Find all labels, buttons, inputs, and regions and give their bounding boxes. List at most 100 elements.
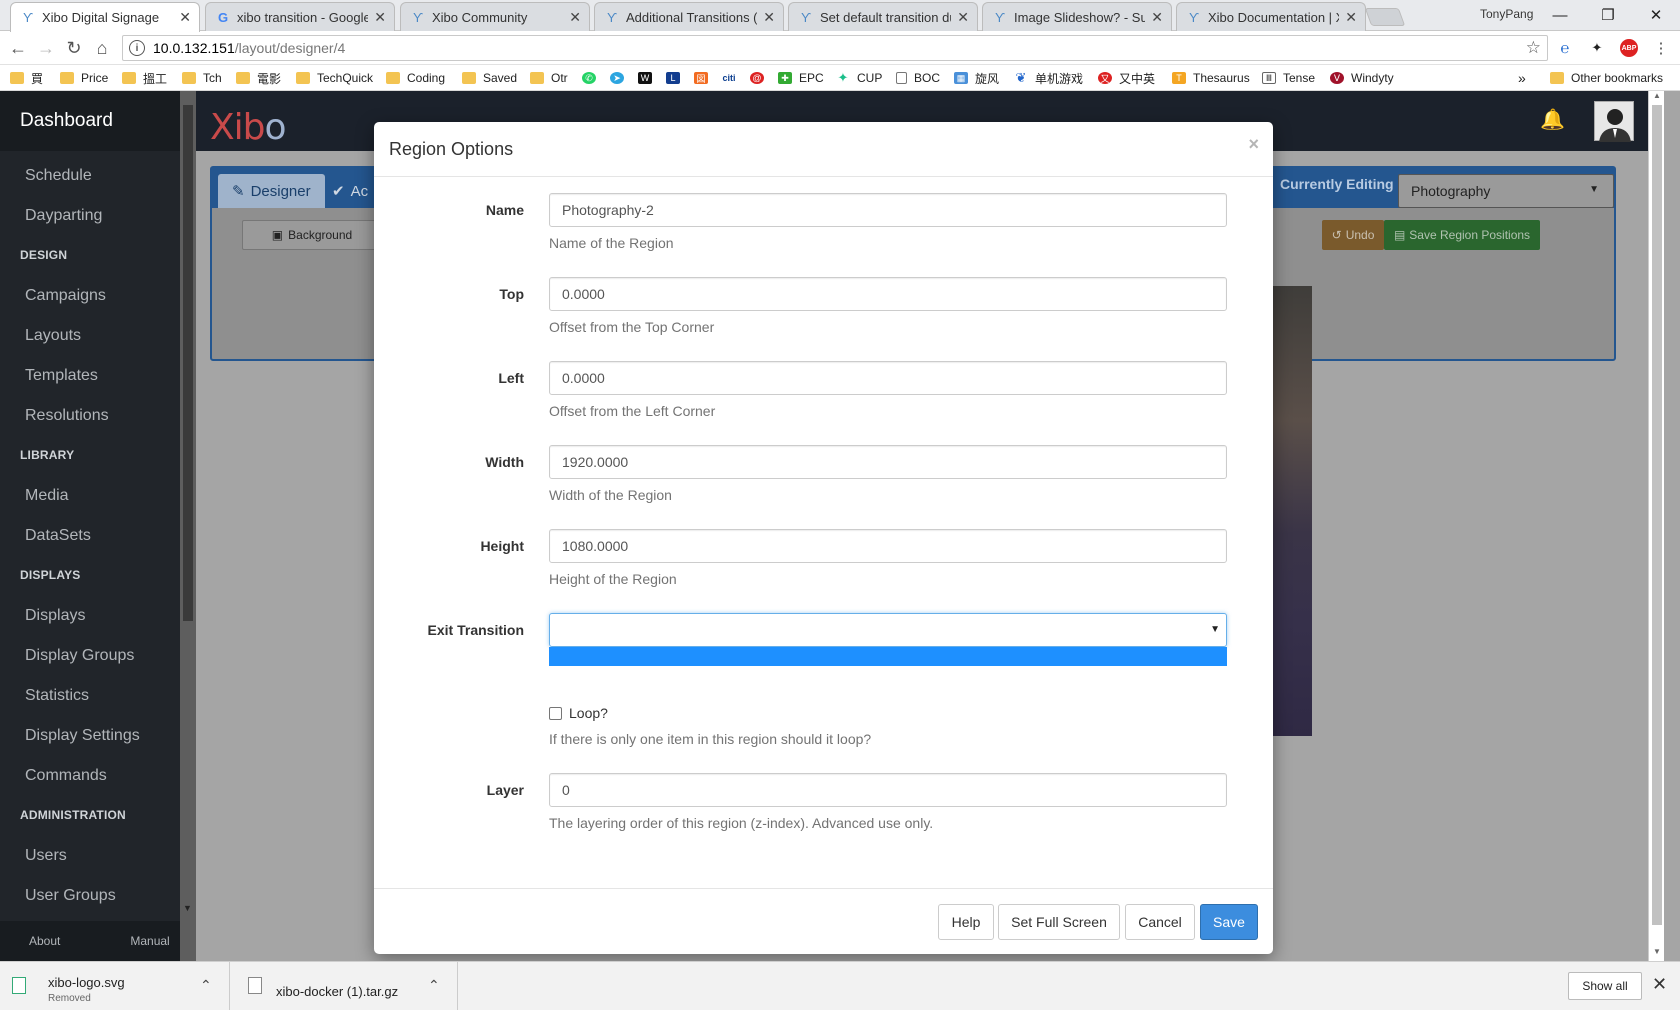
close-download-bar-icon[interactable]: ✕: [1652, 974, 1667, 995]
sidebar-item-statistics[interactable]: Statistics: [25, 687, 89, 705]
close-tab-icon[interactable]: ✕: [1345, 9, 1357, 26]
bookmark-tense[interactable]: Ⅲ Tense: [1262, 69, 1315, 87]
adblock-icon[interactable]: ABP: [1620, 39, 1638, 57]
close-tab-icon[interactable]: ✕: [763, 9, 775, 26]
sidebar-item-commands[interactable]: Commands: [25, 767, 107, 785]
bell-icon[interactable]: 🔔: [1540, 107, 1565, 132]
close-window-icon[interactable]: ✕: [1636, 2, 1676, 28]
address-bar[interactable]: i 10.0.132.151 /layout/designer/4 ☆: [122, 35, 1548, 61]
sidebar-item-dayparting[interactable]: Dayparting: [25, 207, 102, 225]
show-all-downloads-button[interactable]: Show all: [1568, 972, 1642, 1000]
info-icon[interactable]: i: [129, 40, 145, 56]
exit-transition-dropdown-list[interactable]: [549, 647, 1227, 666]
close-tab-icon[interactable]: ✕: [179, 9, 191, 26]
profile-name[interactable]: TonyPang: [1480, 7, 1533, 21]
currently-editing-select[interactable]: Photography ▼: [1398, 174, 1614, 208]
scroll-down-icon[interactable]: ▼: [1653, 947, 1661, 956]
close-tab-icon[interactable]: ✕: [569, 9, 581, 26]
cancel-button[interactable]: Cancel: [1125, 904, 1195, 940]
tab-designer[interactable]: ✎ Designer: [218, 174, 325, 208]
loop-label[interactable]: Loop?: [569, 705, 608, 721]
sidebar-item-resolutions[interactable]: Resolutions: [25, 407, 109, 425]
sidebar-item-layouts[interactable]: Layouts: [25, 327, 81, 345]
bookmark-thesaurus[interactable]: T Thesaurus: [1172, 69, 1250, 87]
close-tab-icon[interactable]: ✕: [374, 9, 386, 26]
save-button[interactable]: Save: [1200, 904, 1258, 940]
sidebar-item-display-settings[interactable]: Display Settings: [25, 727, 140, 745]
sidebar-item-users[interactable]: Users: [25, 847, 67, 865]
bookmark-dict[interactable]: 又又中英: [1098, 69, 1155, 87]
background-button[interactable]: ▣ Background: [242, 220, 382, 250]
sidebar-item-user-groups[interactable]: User Groups: [25, 887, 116, 905]
bookmark-item[interactable]: TechQuick: [296, 69, 373, 87]
bookmark-epc[interactable]: ✚ EPC: [778, 69, 824, 87]
bookmark-windyty[interactable]: ᐯ Windyty: [1330, 69, 1394, 87]
minimize-icon[interactable]: —: [1540, 2, 1580, 28]
bookmark-item[interactable]: 買: [10, 69, 43, 87]
scroll-up-icon[interactable]: ▲: [1653, 91, 1661, 100]
download-item[interactable]: xibo-docker (1).tar.gz ⌃: [230, 962, 458, 1010]
tab-actions[interactable]: ✔ Ac: [318, 174, 382, 208]
bookmark-xuanfeng[interactable]: ▦ 旋风: [954, 69, 999, 87]
browser-tab-google-search[interactable]: G xibo transition - Google S ✕: [205, 2, 395, 31]
page-scrollbar-thumb[interactable]: [1652, 105, 1662, 925]
forward-icon[interactable]: →: [34, 36, 58, 60]
sidebar-item-displays[interactable]: Displays: [25, 607, 85, 625]
chevron-up-icon[interactable]: ⌃: [200, 977, 212, 994]
browser-tab-additional-transitions[interactable]: ϒ Additional Transitions (C ✕: [594, 2, 784, 31]
bookmark-item[interactable]: Saved: [462, 69, 517, 87]
save-region-positions-button[interactable]: ▤ Save Region Positions: [1384, 220, 1540, 250]
bookmarks-overflow-chevron[interactable]: »: [1518, 69, 1526, 87]
restore-icon[interactable]: ❐: [1588, 2, 1628, 28]
menu-dots-icon[interactable]: ⋮: [1652, 39, 1670, 57]
width-input[interactable]: 1920.0000: [549, 445, 1227, 479]
exit-transition-select[interactable]: ▼: [549, 613, 1227, 647]
undo-button[interactable]: ↺ Undo: [1322, 220, 1384, 250]
extension-e-icon[interactable]: ℮: [1556, 39, 1574, 57]
top-input[interactable]: 0.0000: [549, 277, 1227, 311]
browser-tab-xibo-digital-signage[interactable]: ϒ Xibo Digital Signage ✕: [10, 2, 200, 32]
bookmark-whatsapp[interactable]: ✆: [582, 69, 603, 87]
loop-checkbox[interactable]: [549, 707, 562, 720]
close-icon[interactable]: ×: [1248, 134, 1259, 155]
bookmark-games[interactable]: ❦ 单机游戏: [1014, 69, 1083, 87]
help-button[interactable]: Help: [938, 904, 994, 940]
manual-link[interactable]: Manual: [130, 934, 169, 948]
download-item[interactable]: xibo-logo.svg Removed ⌃: [0, 962, 230, 1010]
sidebar-scrollbar-thumb[interactable]: [183, 105, 193, 621]
new-tab-button[interactable]: [1364, 8, 1406, 26]
bookmark-item[interactable]: Tch: [182, 69, 222, 87]
sidebar-item-datasets[interactable]: DataSets: [25, 527, 91, 545]
sidebar-item-templates[interactable]: Templates: [25, 367, 98, 385]
bookmark-citi[interactable]: citi: [720, 69, 745, 87]
bookmark-star-icon[interactable]: ☆: [1526, 38, 1541, 58]
bookmark-w[interactable]: W: [638, 69, 659, 87]
sidebar-item-campaigns[interactable]: Campaigns: [25, 287, 106, 305]
extension-bird-icon[interactable]: ✦: [1588, 39, 1606, 57]
close-tab-icon[interactable]: ✕: [957, 9, 969, 26]
left-input[interactable]: 0.0000: [549, 361, 1227, 395]
sidebar-item-schedule[interactable]: Schedule: [25, 167, 92, 185]
sidebar-item-display-groups[interactable]: Display Groups: [25, 647, 134, 665]
bookmark-item[interactable]: 搵工: [122, 69, 167, 87]
sidebar-item-media[interactable]: Media: [25, 487, 69, 505]
height-input[interactable]: 1080.0000: [549, 529, 1227, 563]
bookmark-telegram[interactable]: ➤: [610, 69, 631, 87]
bookmark-cup[interactable]: ✦ CUP: [836, 69, 882, 87]
sidebar-brand-dashboard[interactable]: Dashboard: [0, 91, 180, 151]
set-full-screen-button[interactable]: Set Full Screen: [998, 904, 1120, 940]
bookmark-l[interactable]: L: [666, 69, 687, 87]
name-input[interactable]: Photography-2: [549, 193, 1227, 227]
browser-tab-image-slideshow[interactable]: ϒ Image Slideshow? - Supp ✕: [982, 2, 1172, 31]
browser-tab-xibo-documentation[interactable]: ϒ Xibo Documentation | Xil ✕: [1176, 2, 1366, 31]
bookmark-item[interactable]: Coding: [386, 69, 445, 87]
back-icon[interactable]: ←: [6, 36, 30, 60]
layer-input[interactable]: 0: [549, 773, 1227, 807]
page-scrollbar[interactable]: ▲ ▼: [1648, 91, 1664, 961]
xibo-logo[interactable]: Xibo: [210, 107, 287, 148]
scroll-down-icon[interactable]: ▼: [183, 903, 192, 913]
about-link[interactable]: About: [29, 934, 60, 948]
bookmark-app[interactable]: 図: [694, 69, 715, 87]
other-bookmarks[interactable]: Other bookmarks: [1550, 69, 1663, 87]
chevron-up-icon[interactable]: ⌃: [428, 977, 440, 994]
